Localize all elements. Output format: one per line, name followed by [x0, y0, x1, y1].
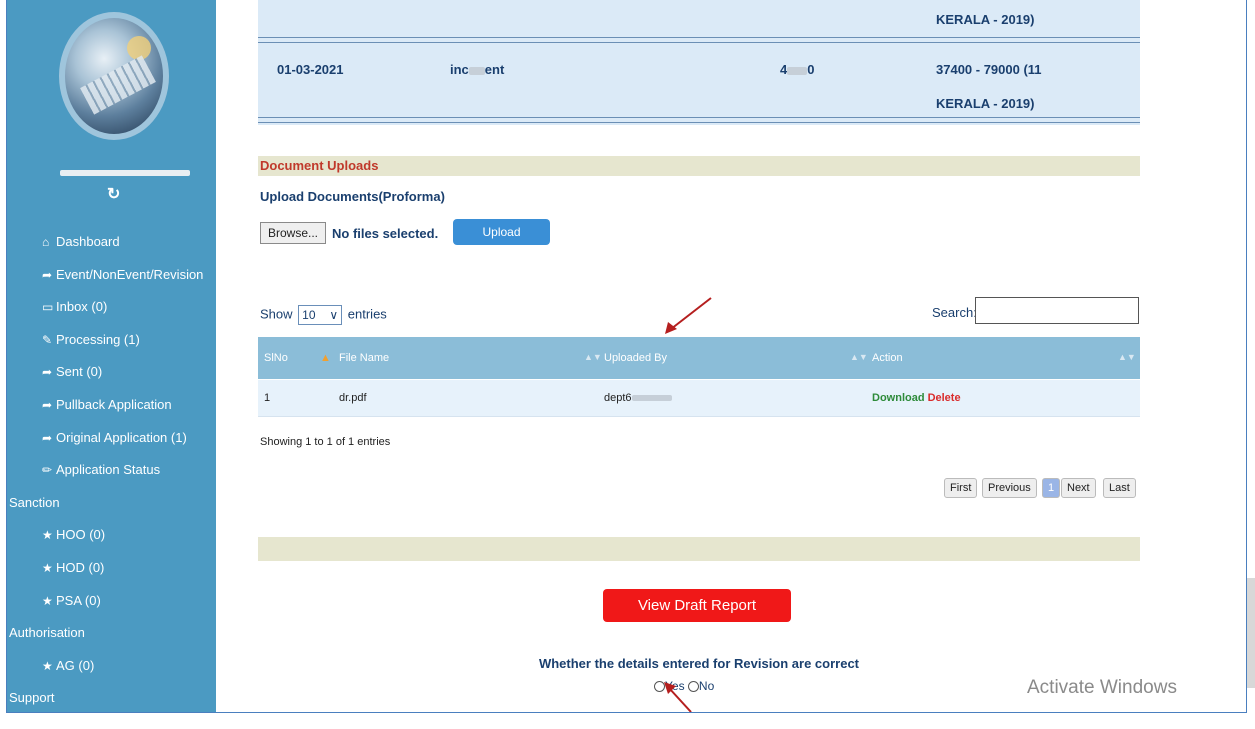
share-icon: ➦: [42, 267, 53, 282]
sidebar-item-label: Dashboard: [56, 234, 120, 249]
pager-first[interactable]: First: [944, 478, 978, 498]
revision-scale-cell: 37400 - 79000 (11: [936, 62, 1042, 77]
table-row: 1 dr.pdf dept6 Download Delete: [258, 380, 1140, 417]
revision-date-cell: 01-03-2021: [277, 62, 344, 77]
no-label[interactable]: No: [699, 679, 714, 693]
sidebar-nav: ⌂ Dashboard ➦ Event/NonEvent/Revision ▭ Inb…: [7, 230, 216, 712]
confirm-question: Whether the details entered for Revision…: [538, 656, 860, 671]
sidebar-item-label: Pullback Application: [56, 396, 172, 412]
entries-label: entries: [347, 306, 387, 322]
column-header-slno[interactable]: SlNo: [264, 352, 288, 364]
confirm-radio-group: Yes No: [654, 679, 714, 693]
column-header-file-name[interactable]: File Name: [339, 352, 389, 364]
browse-button[interactable]: Browse...: [260, 222, 326, 244]
section-title: Document Uploads: [260, 158, 379, 173]
sidebar-item-label: Sent (0): [56, 364, 103, 380]
username-redacted: [60, 170, 190, 176]
sort-icon: ▲▼: [850, 352, 868, 362]
edit-icon: ✎: [42, 332, 53, 347]
star-icon: ★: [42, 560, 53, 575]
search-label: Search:: [932, 305, 977, 320]
sidebar-item-ag[interactable]: ★ AG (0): [7, 654, 216, 687]
page-length-control: Show 10 ∨ entries: [260, 305, 387, 325]
pager-current[interactable]: 1: [1042, 478, 1061, 498]
sidebar-item-psa[interactable]: ★ PSA (0): [7, 589, 216, 622]
search-input[interactable]: [975, 297, 1139, 324]
sidebar-section-authorisation: Authorisation: [9, 625, 85, 641]
sidebar-item-hoo[interactable]: ★ HOO (0): [7, 523, 216, 556]
share-icon: ➦: [42, 430, 53, 445]
section-divider: [258, 537, 1140, 561]
upload-subtitle: Upload Documents(Proforma): [260, 189, 445, 204]
table-header: SlNo ▲ File Name ▲▼ Uploaded By ▲▼ Actio…: [258, 337, 1140, 379]
revision-scale-cell: KERALA - 2019): [936, 96, 1035, 111]
no-file-text: No files selected.: [332, 226, 439, 241]
share-icon: ➦: [42, 365, 53, 380]
star-icon: ★: [42, 658, 53, 673]
sidebar-item-event-revision[interactable]: ➦ Event/NonEvent/Revision: [7, 263, 216, 296]
cell-file-name: dr.pdf: [339, 392, 367, 404]
upload-button[interactable]: Upload: [453, 219, 550, 245]
sort-asc-icon: ▲: [320, 352, 331, 364]
home-icon: ⌂: [42, 235, 50, 249]
revision-table: KERALA - 2019) 01-03-2021 inc ent 40 3740…: [258, 0, 1140, 125]
sidebar-item-label: AG (0): [56, 657, 95, 673]
sidebar-item-application-status[interactable]: ✏ Application Status: [7, 458, 216, 491]
pager-next[interactable]: Next: [1061, 478, 1096, 498]
share-icon: ➦: [42, 397, 53, 412]
pager-previous[interactable]: Previous: [982, 478, 1037, 498]
show-label: Show: [260, 306, 293, 322]
refresh-icon[interactable]: ↻: [107, 184, 120, 204]
view-draft-report-button[interactable]: View Draft Report: [603, 589, 791, 622]
sort-icon: ▲▼: [1118, 352, 1136, 362]
avatar: [59, 12, 169, 140]
no-radio[interactable]: [687, 681, 699, 693]
download-link[interactable]: Download: [872, 392, 925, 404]
revision-scale-cell: KERALA - 2019): [936, 12, 1035, 27]
page-length-select[interactable]: 10 ∨: [298, 305, 343, 325]
sidebar-item-dashboard[interactable]: ⌂ Dashboard: [7, 230, 216, 263]
cell-uploaded-by: dept6: [604, 392, 672, 404]
activate-windows-watermark: Activate Windows: [1027, 677, 1177, 698]
yes-label[interactable]: Yes: [665, 679, 685, 693]
cell-action: Download Delete: [872, 392, 961, 404]
inbox-icon: ▭: [42, 300, 54, 315]
sidebar-item-label: Event/NonEvent/Revision: [56, 266, 204, 282]
sidebar-item-label: HOO (0): [56, 527, 106, 543]
revision-amount-cell: 40: [780, 62, 815, 77]
scrollbar[interactable]: [1247, 578, 1255, 688]
star-icon: ★: [42, 528, 53, 543]
sidebar-item-label: HOD (0): [56, 559, 105, 575]
yes-radio[interactable]: [654, 681, 665, 693]
table-info: Showing 1 to 1 of 1 entries: [260, 436, 391, 448]
sidebar-item-hod[interactable]: ★ HOD (0): [7, 556, 216, 589]
sort-icon: ▲▼: [584, 352, 602, 362]
cell-slno: 1: [264, 392, 271, 404]
sidebar-section-sanction: Sanction: [9, 494, 60, 510]
sidebar: ↻ ⌂ Dashboard ➦ Event/NonEvent/Revision ▭ I…: [7, 0, 216, 712]
sidebar-item-label: Processing (1): [56, 331, 140, 347]
delete-link[interactable]: Delete: [928, 392, 961, 404]
sidebar-section-support[interactable]: Support: [7, 686, 216, 712]
column-header-uploaded-by[interactable]: Uploaded By: [604, 352, 667, 364]
chevron-down-icon: ∨: [329, 308, 339, 322]
document-uploads-header: Document Uploads: [258, 156, 1140, 176]
sidebar-item-pullback[interactable]: ➦ Pullback Application: [7, 393, 216, 426]
sidebar-item-label: Application Status: [56, 462, 161, 478]
sidebar-item-sent[interactable]: ➦ Sent (0): [7, 360, 216, 393]
sidebar-item-label: Inbox (0): [56, 299, 108, 315]
app-frame: ↻ ⌂ Dashboard ➦ Event/NonEvent/Revision ▭ I…: [6, 0, 1247, 713]
column-header-action[interactable]: Action: [872, 352, 903, 364]
sidebar-item-label: PSA (0): [56, 592, 101, 608]
star-icon: ★: [42, 593, 53, 608]
sidebar-item-inbox[interactable]: ▭ Inbox (0): [7, 295, 216, 328]
sidebar-item-original-application[interactable]: ➦ Original Application (1): [7, 426, 216, 459]
sidebar-item-processing[interactable]: ✎ Processing (1): [7, 328, 216, 361]
sidebar-item-label: Original Application (1): [56, 429, 187, 445]
pencil-icon: ✏: [42, 463, 53, 478]
pager-last[interactable]: Last: [1103, 478, 1136, 498]
revision-type-cell: inc ent: [450, 62, 505, 77]
